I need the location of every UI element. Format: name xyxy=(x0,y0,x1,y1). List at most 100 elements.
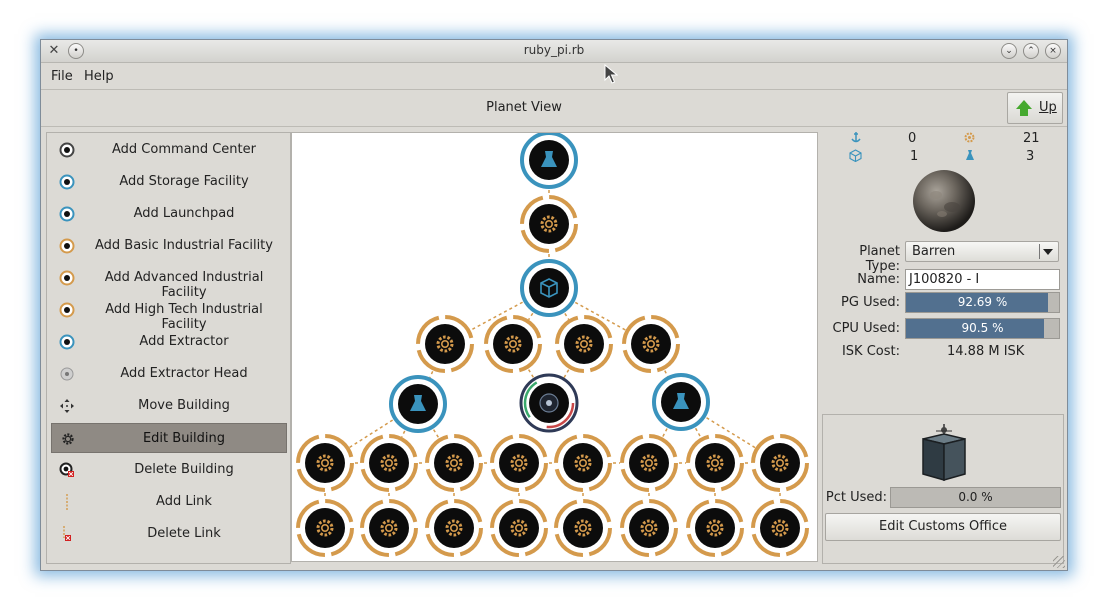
factory-node[interactable] xyxy=(554,499,612,557)
factory-node[interactable] xyxy=(555,315,613,373)
view-title: Planet View xyxy=(486,100,562,115)
factory-count-icon xyxy=(964,132,975,143)
tool-delete-building[interactable]: Delete Building xyxy=(51,455,287,485)
delete-building-icon xyxy=(59,462,74,477)
tool-add-hightech-industrial[interactable]: Add High Tech Industrial Facility xyxy=(51,295,287,332)
tool-label: Add Launchpad xyxy=(133,206,235,221)
customs-office-box: Pct Used: 0.0 % Edit Customs Office xyxy=(822,414,1064,564)
factory-node[interactable] xyxy=(360,434,418,492)
storage-icon xyxy=(59,174,75,190)
tool-add-link[interactable]: Add Link xyxy=(51,487,287,517)
factory-node[interactable] xyxy=(520,195,578,253)
delete-link-icon xyxy=(63,526,71,541)
edit-customs-office-button[interactable]: Edit Customs Office xyxy=(825,513,1061,541)
launchpad-count-icon xyxy=(851,132,861,143)
name-label: Name: xyxy=(857,272,900,287)
launchpad-count: 0 xyxy=(908,131,917,146)
advanced-industry-icon xyxy=(59,270,75,286)
extractor-node[interactable] xyxy=(652,373,710,431)
tool-label: Add Link xyxy=(156,494,212,509)
tool-add-advanced-industrial[interactable]: Add Advanced Industrial Facility xyxy=(51,263,287,300)
tool-label: Add Extractor Head xyxy=(120,366,248,381)
menu-bar: File Help xyxy=(41,63,1067,90)
factory-node[interactable] xyxy=(360,499,418,557)
tool-add-extractor[interactable]: Add Extractor xyxy=(51,327,287,357)
factory-count: 21 xyxy=(1023,131,1040,146)
building-tools-panel: Add Command Center Add Storage Facility … xyxy=(46,132,291,564)
factory-node[interactable] xyxy=(751,499,809,557)
storage-node[interactable] xyxy=(520,259,578,317)
factory-node[interactable] xyxy=(490,499,548,557)
factory-node[interactable] xyxy=(620,499,678,557)
tool-move-building[interactable]: Move Building xyxy=(51,391,287,421)
tool-add-basic-industrial[interactable]: Add Basic Industrial Facility xyxy=(51,231,287,261)
tool-delete-link[interactable]: Delete Link xyxy=(51,519,287,549)
planet-layout[interactable] xyxy=(292,133,817,561)
link-icon xyxy=(66,494,68,510)
factory-node[interactable] xyxy=(296,499,354,557)
gear-icon xyxy=(62,433,74,445)
customs-office-icon xyxy=(922,424,966,481)
tool-label: Add Storage Facility xyxy=(119,174,249,189)
extractor-count-icon xyxy=(966,150,974,160)
tool-label: Add Extractor xyxy=(139,334,229,349)
basic-industry-icon xyxy=(59,238,75,254)
cpu-used-bar: 90.5 % xyxy=(905,318,1060,339)
planet-type-label: Planet Type: xyxy=(859,244,900,274)
up-button[interactable]: Up xyxy=(1007,92,1063,124)
chevron-down-icon xyxy=(1043,249,1053,255)
menu-help[interactable]: Help xyxy=(84,69,114,84)
toolbar: Planet View Up xyxy=(41,90,1067,127)
move-icon xyxy=(60,399,74,413)
factory-node[interactable] xyxy=(425,499,483,557)
extractor-head-icon xyxy=(60,367,74,381)
planet-name-value: J100820 - I xyxy=(909,272,980,287)
extractor-node[interactable] xyxy=(520,133,578,189)
tool-add-launchpad[interactable]: Add Launchpad xyxy=(51,199,287,229)
tool-label: Delete Link xyxy=(147,526,221,541)
window-title: ruby_pi.rb xyxy=(523,43,585,57)
close-button[interactable]: × xyxy=(1045,43,1061,59)
planet-image xyxy=(913,170,975,232)
tool-label: Add Command Center xyxy=(111,142,256,157)
storage-count-icon xyxy=(849,149,862,162)
storage-count: 1 xyxy=(910,149,919,164)
up-label: Up xyxy=(1039,100,1057,115)
mouse-cursor-icon xyxy=(604,64,618,84)
tool-add-command-center[interactable]: Add Command Center xyxy=(51,135,287,165)
planet-name-input[interactable]: J100820 - I xyxy=(905,269,1060,290)
tool-add-storage-facility[interactable]: Add Storage Facility xyxy=(51,167,287,197)
factory-node[interactable] xyxy=(622,315,680,373)
planet-type-select[interactable]: Barren xyxy=(905,241,1059,262)
factory-node[interactable] xyxy=(554,434,612,492)
factory-node[interactable] xyxy=(296,434,354,492)
cpu-used-label: CPU Used: xyxy=(832,321,900,336)
factory-node[interactable] xyxy=(425,434,483,492)
factory-node[interactable] xyxy=(620,434,678,492)
minimize-button[interactable]: ⌄ xyxy=(1001,43,1017,59)
factory-node[interactable] xyxy=(686,499,744,557)
isk-cost-value: 14.88 M ISK xyxy=(947,344,1025,359)
planet-canvas[interactable] xyxy=(291,132,818,562)
factory-node[interactable] xyxy=(751,434,809,492)
factory-node[interactable] xyxy=(416,315,474,373)
tool-edit-building[interactable]: Edit Building xyxy=(51,423,287,453)
maximize-button[interactable]: ⌃ xyxy=(1023,43,1039,59)
tool-label: Move Building xyxy=(138,398,230,413)
factory-node[interactable] xyxy=(484,315,542,373)
extractor-icon xyxy=(59,334,75,350)
factory-node[interactable] xyxy=(686,434,744,492)
launchpad-icon xyxy=(59,206,75,222)
extractor-count: 3 xyxy=(1026,149,1035,164)
factory-node[interactable] xyxy=(490,434,548,492)
title-bar: ✕ • ruby_pi.rb ⌄ ⌃ × xyxy=(41,40,1067,63)
isk-cost-label: ISK Cost: xyxy=(841,344,900,359)
tool-add-extractor-head[interactable]: Add Extractor Head xyxy=(51,359,287,389)
pg-used-value: 92.69 % xyxy=(957,295,1008,309)
resize-grip[interactable] xyxy=(1053,556,1065,568)
command-center-icon xyxy=(59,142,75,158)
extractor-node[interactable] xyxy=(389,375,447,433)
tool-label: Add Basic Industrial Facility xyxy=(95,238,273,253)
menu-file[interactable]: File xyxy=(51,69,73,84)
command-center-node[interactable] xyxy=(519,373,579,433)
